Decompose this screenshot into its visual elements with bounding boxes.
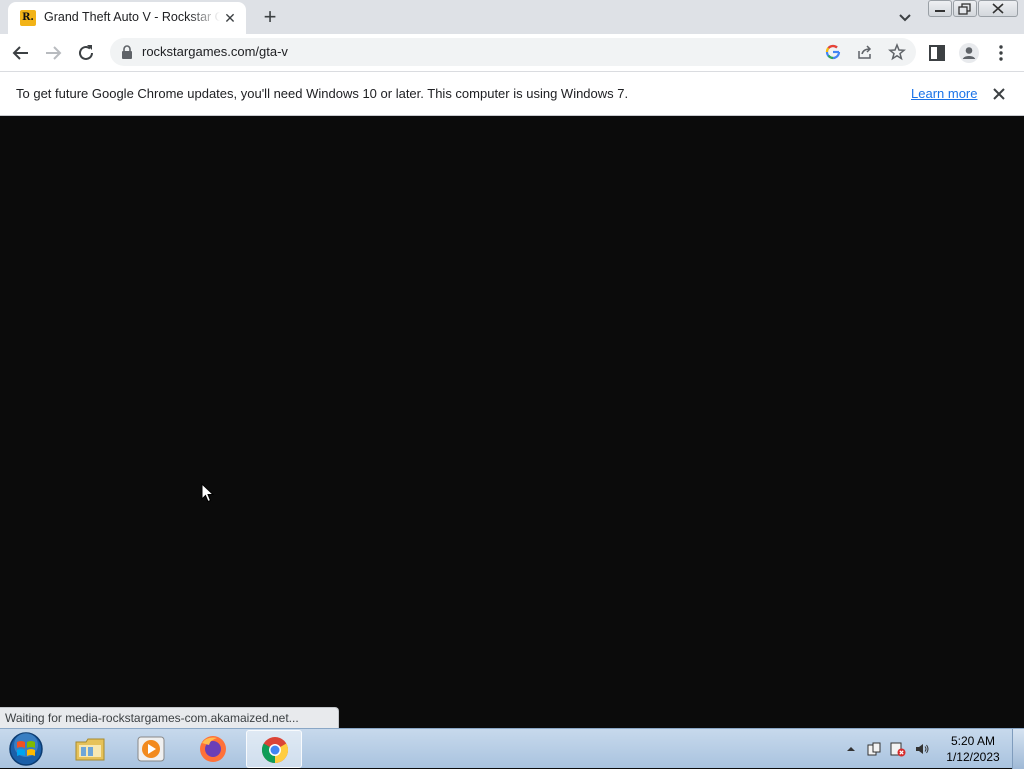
taskbar-clock-time[interactable]: 5:20 AM xyxy=(940,734,1006,748)
firefox-icon xyxy=(200,736,226,762)
rockstar-favicon-icon: R. xyxy=(20,10,36,26)
taskbar-firefox[interactable] xyxy=(185,730,241,768)
google-translate-icon[interactable] xyxy=(824,43,842,61)
menu-kebab-icon[interactable] xyxy=(990,42,1012,64)
media-player-icon xyxy=(137,736,165,762)
taskbar-clock-date[interactable]: 1/12/2023 xyxy=(940,750,1006,764)
start-orb-icon[interactable] xyxy=(6,731,46,767)
browser-toolbar: rockstargames.com/gta-v xyxy=(0,34,1024,71)
share-icon[interactable] xyxy=(856,43,874,61)
show-hidden-icons-icon[interactable] xyxy=(843,741,859,757)
browser-tab[interactable]: R. Grand Theft Auto V - Rockstar Games ✕ xyxy=(8,2,246,34)
taskbar-media-player[interactable] xyxy=(123,730,179,768)
windows-taskbar: 5:20 AM 1/12/2023 xyxy=(0,728,1024,769)
url-text[interactable]: rockstargames.com/gta-v xyxy=(142,44,288,59)
learn-more-link[interactable]: Learn more xyxy=(911,86,977,101)
taskbar-explorer[interactable] xyxy=(62,730,118,768)
status-bubble: Waiting for media-rockstargames-com.akam… xyxy=(0,707,339,728)
minimize-window-button[interactable] xyxy=(928,0,952,17)
tab-close-icon[interactable]: ✕ xyxy=(222,10,238,26)
reload-icon[interactable] xyxy=(73,40,99,66)
restore-window-button[interactable] xyxy=(953,0,977,17)
forward-arrow-icon[interactable] xyxy=(40,40,66,66)
action-center-icon[interactable] xyxy=(866,741,882,757)
back-arrow-icon[interactable] xyxy=(8,40,34,66)
chrome-icon xyxy=(261,737,289,764)
update-infobar: To get future Google Chrome updates, you… xyxy=(0,71,1024,116)
infobar-close-icon[interactable] xyxy=(990,85,1008,103)
bookmark-star-icon[interactable] xyxy=(888,43,906,61)
tab-title: Grand Theft Auto V - Rockstar Games xyxy=(44,10,220,24)
network-error-icon[interactable] xyxy=(890,741,906,757)
lock-icon[interactable] xyxy=(121,45,133,59)
tab-search-chevron-icon[interactable] xyxy=(894,6,916,28)
tab-strip: R. Grand Theft Auto V - Rockstar Games ✕… xyxy=(0,0,1024,34)
taskbar-chrome[interactable] xyxy=(246,730,302,768)
volume-icon[interactable] xyxy=(914,741,930,757)
close-window-button[interactable] xyxy=(978,0,1018,17)
page-content[interactable]: Waiting for media-rockstargames-com.akam… xyxy=(0,116,1024,728)
show-desktop-button[interactable] xyxy=(1012,729,1024,769)
mouse-pointer-icon xyxy=(201,483,215,503)
infobar-message: To get future Google Chrome updates, you… xyxy=(16,86,629,101)
profile-avatar-icon[interactable] xyxy=(958,42,980,64)
address-bar[interactable]: rockstargames.com/gta-v xyxy=(110,38,916,66)
side-panel-icon[interactable] xyxy=(926,42,948,64)
folder-icon xyxy=(75,738,105,761)
new-tab-button[interactable]: + xyxy=(258,5,282,29)
